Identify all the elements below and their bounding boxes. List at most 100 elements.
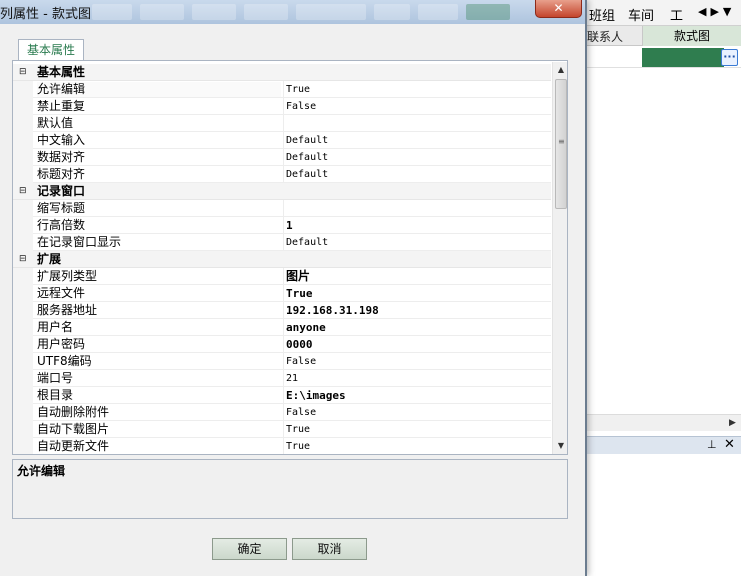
- row-gutter: [13, 404, 33, 421]
- property-value[interactable]: True: [283, 438, 551, 454]
- scroll-right-arrow-icon[interactable]: ▶: [726, 417, 739, 430]
- property-value[interactable]: True: [283, 81, 551, 98]
- property-value[interactable]: [283, 200, 551, 217]
- docked-panel-body: [587, 454, 741, 576]
- pin-icon[interactable]: ⊥: [707, 438, 717, 451]
- column-header-contact[interactable]: 联系人: [587, 28, 641, 45]
- ok-button[interactable]: 确定: [212, 538, 287, 560]
- menu-item-banzu[interactable]: 班组: [589, 5, 615, 24]
- tab-basic-properties[interactable]: 基本属性: [18, 39, 84, 61]
- vertical-scrollbar[interactable]: ▲ ≡ ▼: [552, 62, 567, 454]
- property-category[interactable]: ⊟ 扩展: [13, 251, 551, 268]
- property-row[interactable]: 自动更新文件 True: [13, 438, 551, 454]
- property-name: 标题对齐: [37, 167, 86, 181]
- property-value[interactable]: 192.168.31.198: [283, 302, 551, 319]
- row-gutter: [13, 285, 33, 302]
- property-row[interactable]: 用户名 anyone: [13, 319, 551, 336]
- property-row[interactable]: 在记录窗口显示 Default: [13, 234, 551, 251]
- window-title: 列属性 - 款式图: [0, 7, 91, 22]
- panel-close-icon[interactable]: ✕: [724, 437, 735, 452]
- row-gutter: [13, 132, 33, 149]
- property-row[interactable]: 远程文件 True: [13, 285, 551, 302]
- property-row[interactable]: 端口号 21: [13, 370, 551, 387]
- property-value[interactable]: 21: [283, 370, 551, 387]
- property-name: 中文输入: [37, 133, 86, 147]
- row-gutter: [13, 302, 33, 319]
- scroll-up-arrow-icon[interactable]: ▲: [553, 62, 567, 78]
- column-properties-dialog: 列属性 - 款式图 ✕ 基本属性 ⊟ 基本属性 允许编辑 True 禁止重复 False 默…: [0, 0, 587, 576]
- collapse-toggle-icon[interactable]: ⊟: [19, 184, 27, 199]
- property-value[interactable]: False: [283, 353, 551, 370]
- ellipsis-button-icon[interactable]: ···: [721, 49, 738, 66]
- property-value[interactable]: True: [283, 285, 551, 302]
- property-row[interactable]: 中文输入 Default: [13, 132, 551, 149]
- property-value[interactable]: E:\images: [283, 387, 551, 404]
- title-bar[interactable]: 列属性 - 款式图 ✕: [0, 0, 585, 24]
- property-value[interactable]: Default: [283, 234, 551, 251]
- property-grid: ⊟ 基本属性 允许编辑 True 禁止重复 False 默认值 中文输入 Default 数据对齐…: [12, 61, 568, 455]
- property-value[interactable]: anyone: [283, 319, 551, 336]
- property-name: 服务器地址: [37, 303, 98, 317]
- property-row[interactable]: 缩写标题: [13, 200, 551, 217]
- property-value[interactable]: [283, 115, 551, 132]
- background-horizontal-scrollbar[interactable]: ▶: [587, 414, 741, 431]
- scrollbar-grip-icon: ≡: [558, 137, 565, 146]
- property-value[interactable]: 图片: [283, 268, 551, 285]
- row-gutter: [13, 421, 33, 438]
- property-name: 行高倍数: [37, 218, 86, 232]
- cancel-button[interactable]: 取消: [292, 538, 367, 560]
- property-row[interactable]: 标题对齐 Default: [13, 166, 551, 183]
- row-gutter: [13, 387, 33, 404]
- collapse-toggle-icon[interactable]: ⊟: [19, 65, 27, 80]
- property-row[interactable]: 扩展列类型 图片: [13, 268, 551, 285]
- description-panel: 允许编辑: [12, 459, 568, 519]
- category-name: 记录窗口: [37, 184, 86, 198]
- property-row[interactable]: 自动下载图片 True: [13, 421, 551, 438]
- description-title: 允许编辑: [17, 464, 66, 478]
- row-gutter: [13, 234, 33, 251]
- property-name: 用户密码: [37, 337, 86, 351]
- row-gutter: [13, 336, 33, 353]
- property-value[interactable]: False: [283, 98, 551, 115]
- menu-item-chejian[interactable]: 车间: [628, 5, 654, 24]
- property-row[interactable]: UTF8编码 False: [13, 353, 551, 370]
- property-row[interactable]: 根目录 E:\images: [13, 387, 551, 404]
- property-value[interactable]: Default: [283, 149, 551, 166]
- row-gutter: [13, 115, 33, 132]
- scroll-down-arrow-icon[interactable]: ▼: [553, 438, 567, 454]
- property-row[interactable]: 用户密码 0000: [13, 336, 551, 353]
- property-value[interactable]: Default: [283, 166, 551, 183]
- property-row[interactable]: 禁止重复 False: [13, 98, 551, 115]
- property-value[interactable]: True: [283, 421, 551, 438]
- category-name: 基本属性: [37, 65, 86, 79]
- title-bar-background-blur: [92, 4, 532, 20]
- collapse-toggle-icon[interactable]: ⊟: [19, 252, 27, 267]
- property-name: 扩展列类型: [37, 269, 98, 283]
- row-gutter: [13, 166, 33, 183]
- property-row[interactable]: 行高倍数 1: [13, 217, 551, 234]
- close-button[interactable]: ✕: [535, 0, 582, 18]
- property-value[interactable]: Default: [283, 132, 551, 149]
- menu-item-gong[interactable]: 工: [670, 5, 683, 24]
- property-name: 远程文件: [37, 286, 86, 300]
- menu-scroll-arrows-icon[interactable]: ◀▶▼: [698, 5, 735, 18]
- row-gutter: [13, 98, 33, 115]
- property-value[interactable]: False: [283, 404, 551, 421]
- property-row[interactable]: 服务器地址 192.168.31.198: [13, 302, 551, 319]
- property-row[interactable]: 自动删除附件 False: [13, 404, 551, 421]
- property-value[interactable]: 1: [283, 217, 551, 234]
- property-value[interactable]: 0000: [283, 336, 551, 353]
- background-grid-header: 联系人 款式图: [587, 26, 741, 46]
- property-category[interactable]: ⊟ 记录窗口: [13, 183, 551, 200]
- property-row[interactable]: 允许编辑 True: [13, 81, 551, 98]
- background-grid-row[interactable]: [587, 47, 741, 68]
- property-row[interactable]: 默认值: [13, 115, 551, 132]
- ghost-block: [192, 4, 236, 20]
- property-row[interactable]: 数据对齐 Default: [13, 149, 551, 166]
- selected-style-image-cell[interactable]: [642, 48, 724, 67]
- category-name: 扩展: [37, 252, 62, 266]
- column-header-style-image[interactable]: 款式图: [642, 26, 741, 46]
- scrollbar-thumb[interactable]: ≡: [555, 79, 567, 209]
- tab-strip: 基本属性: [12, 38, 570, 61]
- property-category[interactable]: ⊟ 基本属性: [13, 64, 551, 81]
